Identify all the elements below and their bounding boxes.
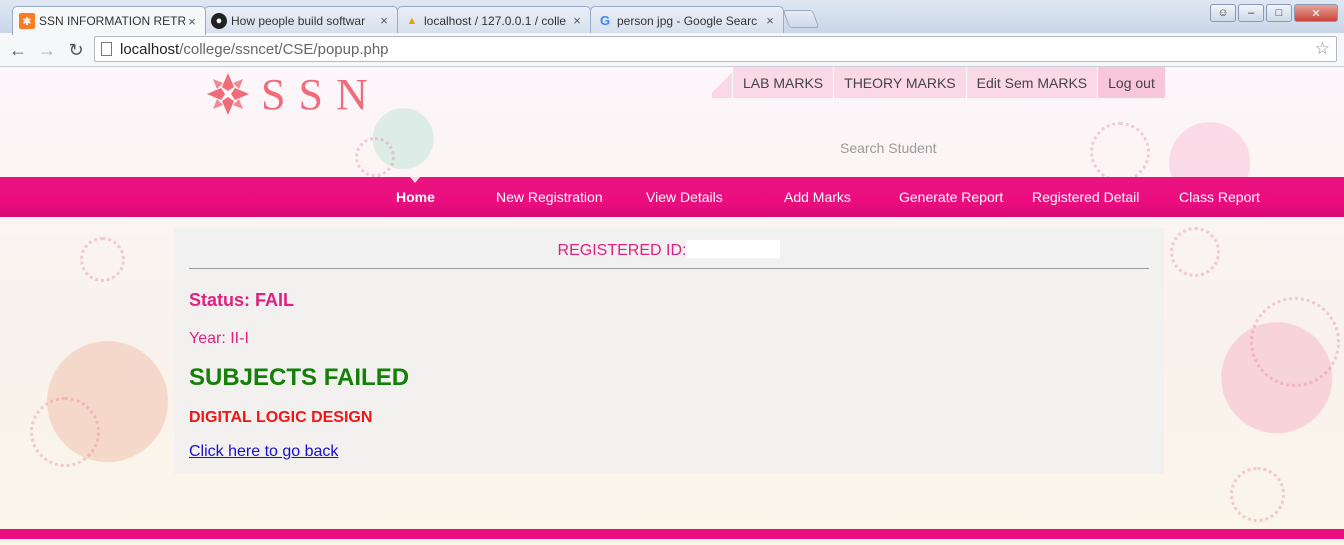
browser-tabstrip: ✱ SSN INFORMATION RETRI × ● How people b… — [0, 0, 1344, 35]
ssn-logo-icon — [207, 73, 249, 115]
year-text: Year: II-I — [189, 330, 249, 347]
registered-id-value — [686, 240, 781, 258]
browser-tab-ssn[interactable]: ✱ SSN INFORMATION RETRI × — [12, 6, 206, 35]
divider — [189, 268, 1149, 269]
window-controls: ☺ – □ ✕ — [1210, 4, 1338, 22]
status-text: Status: FAIL — [189, 290, 295, 310]
flower-decoration — [80, 237, 125, 282]
failed-subject: DIGITAL LOGIC DESIGN — [189, 409, 373, 426]
window-close-icon[interactable]: ✕ — [1294, 4, 1338, 22]
top-links-corner — [712, 67, 732, 98]
close-icon[interactable]: × — [377, 13, 391, 28]
tab-title: How people build softwar — [231, 13, 366, 28]
flower-decoration — [1090, 122, 1150, 182]
flower-decoration — [1170, 227, 1220, 277]
logout-link[interactable]: Log out — [1097, 67, 1165, 98]
phpmyadmin-icon: ▲ — [406, 14, 418, 27]
go-back-link[interactable]: Click here to go back — [189, 443, 338, 461]
page-viewport: SSN LAB MARKS THEORY MARKS Edit Sem MARK… — [0, 67, 1344, 545]
forward-arrow-icon[interactable]: → — [35, 38, 59, 62]
flower-decoration — [30, 397, 100, 467]
github-icon: ● — [211, 12, 227, 29]
tab-title: person jpg - Google Searc — [617, 13, 758, 28]
flower-decoration — [1250, 297, 1340, 387]
close-icon[interactable]: × — [570, 13, 584, 28]
user-profile-icon[interactable]: ☺ — [1210, 4, 1236, 22]
browser-tab-phpmyadmin[interactable]: ▲ localhost / 127.0.0.1 / colle × — [397, 6, 591, 34]
ssn-logo[interactable]: SSN — [203, 67, 381, 121]
main-nav: Home New Registration View Details Add M… — [0, 177, 1344, 217]
nav-view-details[interactable]: View Details — [646, 177, 723, 217]
nav-new-registration[interactable]: New Registration — [496, 177, 603, 217]
page-icon — [101, 42, 112, 56]
back-arrow-icon[interactable]: ← — [6, 38, 30, 62]
nav-home[interactable]: Home — [396, 177, 435, 217]
registered-id-line: REGISTERED ID: — [174, 240, 1164, 260]
new-tab-button[interactable] — [782, 10, 820, 28]
browser-tab-github[interactable]: ● How people build softwar × — [204, 6, 398, 34]
close-icon[interactable]: × — [763, 13, 777, 28]
footer-bar — [0, 529, 1344, 539]
theory-marks-link[interactable]: THEORY MARKS — [833, 67, 966, 98]
tab-title: localhost / 127.0.0.1 / colle — [424, 13, 567, 28]
edit-sem-marks-link[interactable]: Edit Sem MARKS — [965, 67, 1098, 98]
address-bar[interactable]: localhost/college/ssncet/CSE/popup.php ☆ — [94, 36, 1337, 62]
google-icon: G — [599, 13, 611, 28]
result-panel: REGISTERED ID: Status: FAIL Year: II-I S… — [174, 228, 1164, 474]
flower-decoration — [355, 137, 395, 177]
bookmark-star-icon[interactable]: ☆ — [1315, 39, 1330, 59]
logo-text: SSN — [261, 69, 381, 119]
url-host: localhost — [120, 40, 180, 58]
subjects-failed-heading: SUBJECTS FAILED — [189, 364, 410, 391]
maximize-icon[interactable]: □ — [1266, 4, 1292, 22]
minimize-icon[interactable]: – — [1238, 4, 1264, 22]
flower-decoration — [1230, 467, 1285, 522]
browser-tab-google[interactable]: G person jpg - Google Searc × — [590, 6, 784, 34]
url-path: /college/ssncet/CSE/popup.php — [179, 40, 389, 58]
xampp-icon: ✱ — [19, 13, 35, 29]
nav-class-report[interactable]: Class Report — [1179, 177, 1260, 217]
nav-add-marks[interactable]: Add Marks — [784, 177, 851, 217]
browser-toolbar: ← → ↻ localhost/college/ssncet/CSE/popup… — [0, 33, 1344, 67]
close-icon[interactable]: × — [185, 14, 199, 29]
reload-icon[interactable]: ↻ — [64, 38, 88, 62]
top-links: LAB MARKS THEORY MARKS Edit Sem MARKS Lo… — [712, 67, 1165, 98]
tab-title: SSN INFORMATION RETRI — [39, 14, 185, 28]
nav-generate-report[interactable]: Generate Report — [899, 177, 1003, 217]
lab-marks-link[interactable]: LAB MARKS — [732, 67, 834, 98]
registered-id-label: REGISTERED ID: — [557, 242, 687, 259]
nav-registered-detail[interactable]: Registered Detail — [1032, 177, 1139, 217]
search-student-link[interactable]: Search Student — [840, 140, 937, 156]
